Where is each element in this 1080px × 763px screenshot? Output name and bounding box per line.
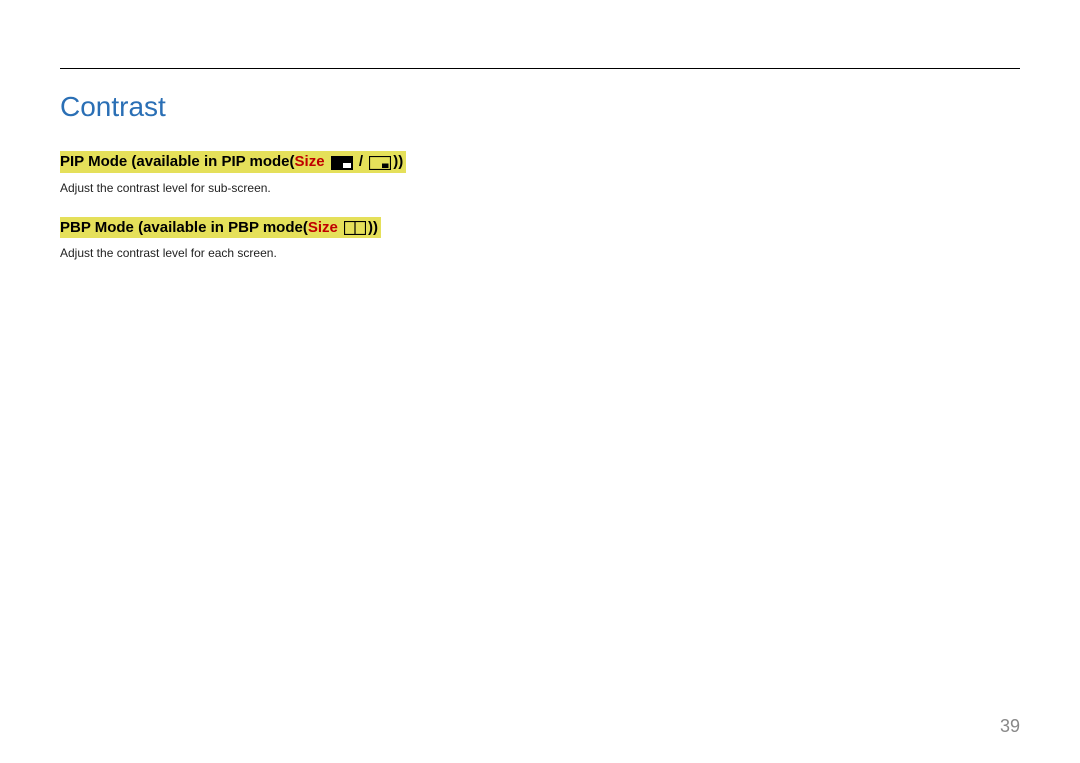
pbp-mode-subheading: PBP Mode (available in PBP mode(Size )) — [60, 217, 381, 239]
section-pip: PIP Mode (available in PIP mode(Size / )… — [60, 151, 1020, 195]
pip-body-text: Adjust the contrast level for sub-screen… — [60, 181, 1020, 195]
page-number: 39 — [1000, 716, 1020, 737]
pbp-suffix: )) — [368, 219, 378, 236]
section-pbp: PBP Mode (available in PBP mode(Size )) … — [60, 217, 1020, 261]
pbp-prefix: PBP Mode (available in PBP mode( — [60, 219, 308, 236]
pip-prefix: PIP Mode (available in PIP mode( — [60, 153, 295, 170]
pbp-size-word: Size — [308, 219, 338, 236]
pip-size-large-icon — [331, 154, 353, 171]
pbp-body-text: Adjust the contrast level for each scree… — [60, 246, 1020, 260]
pip-mode-subheading: PIP Mode (available in PIP mode(Size / )… — [60, 151, 406, 173]
pip-size-word: Size — [295, 153, 325, 170]
page-title: Contrast — [60, 91, 1020, 123]
header-rule — [60, 68, 1020, 69]
pbp-split-icon — [344, 219, 366, 236]
pip-suffix: )) — [393, 153, 403, 170]
pip-separator: / — [355, 153, 368, 170]
pip-size-small-icon — [369, 154, 391, 171]
